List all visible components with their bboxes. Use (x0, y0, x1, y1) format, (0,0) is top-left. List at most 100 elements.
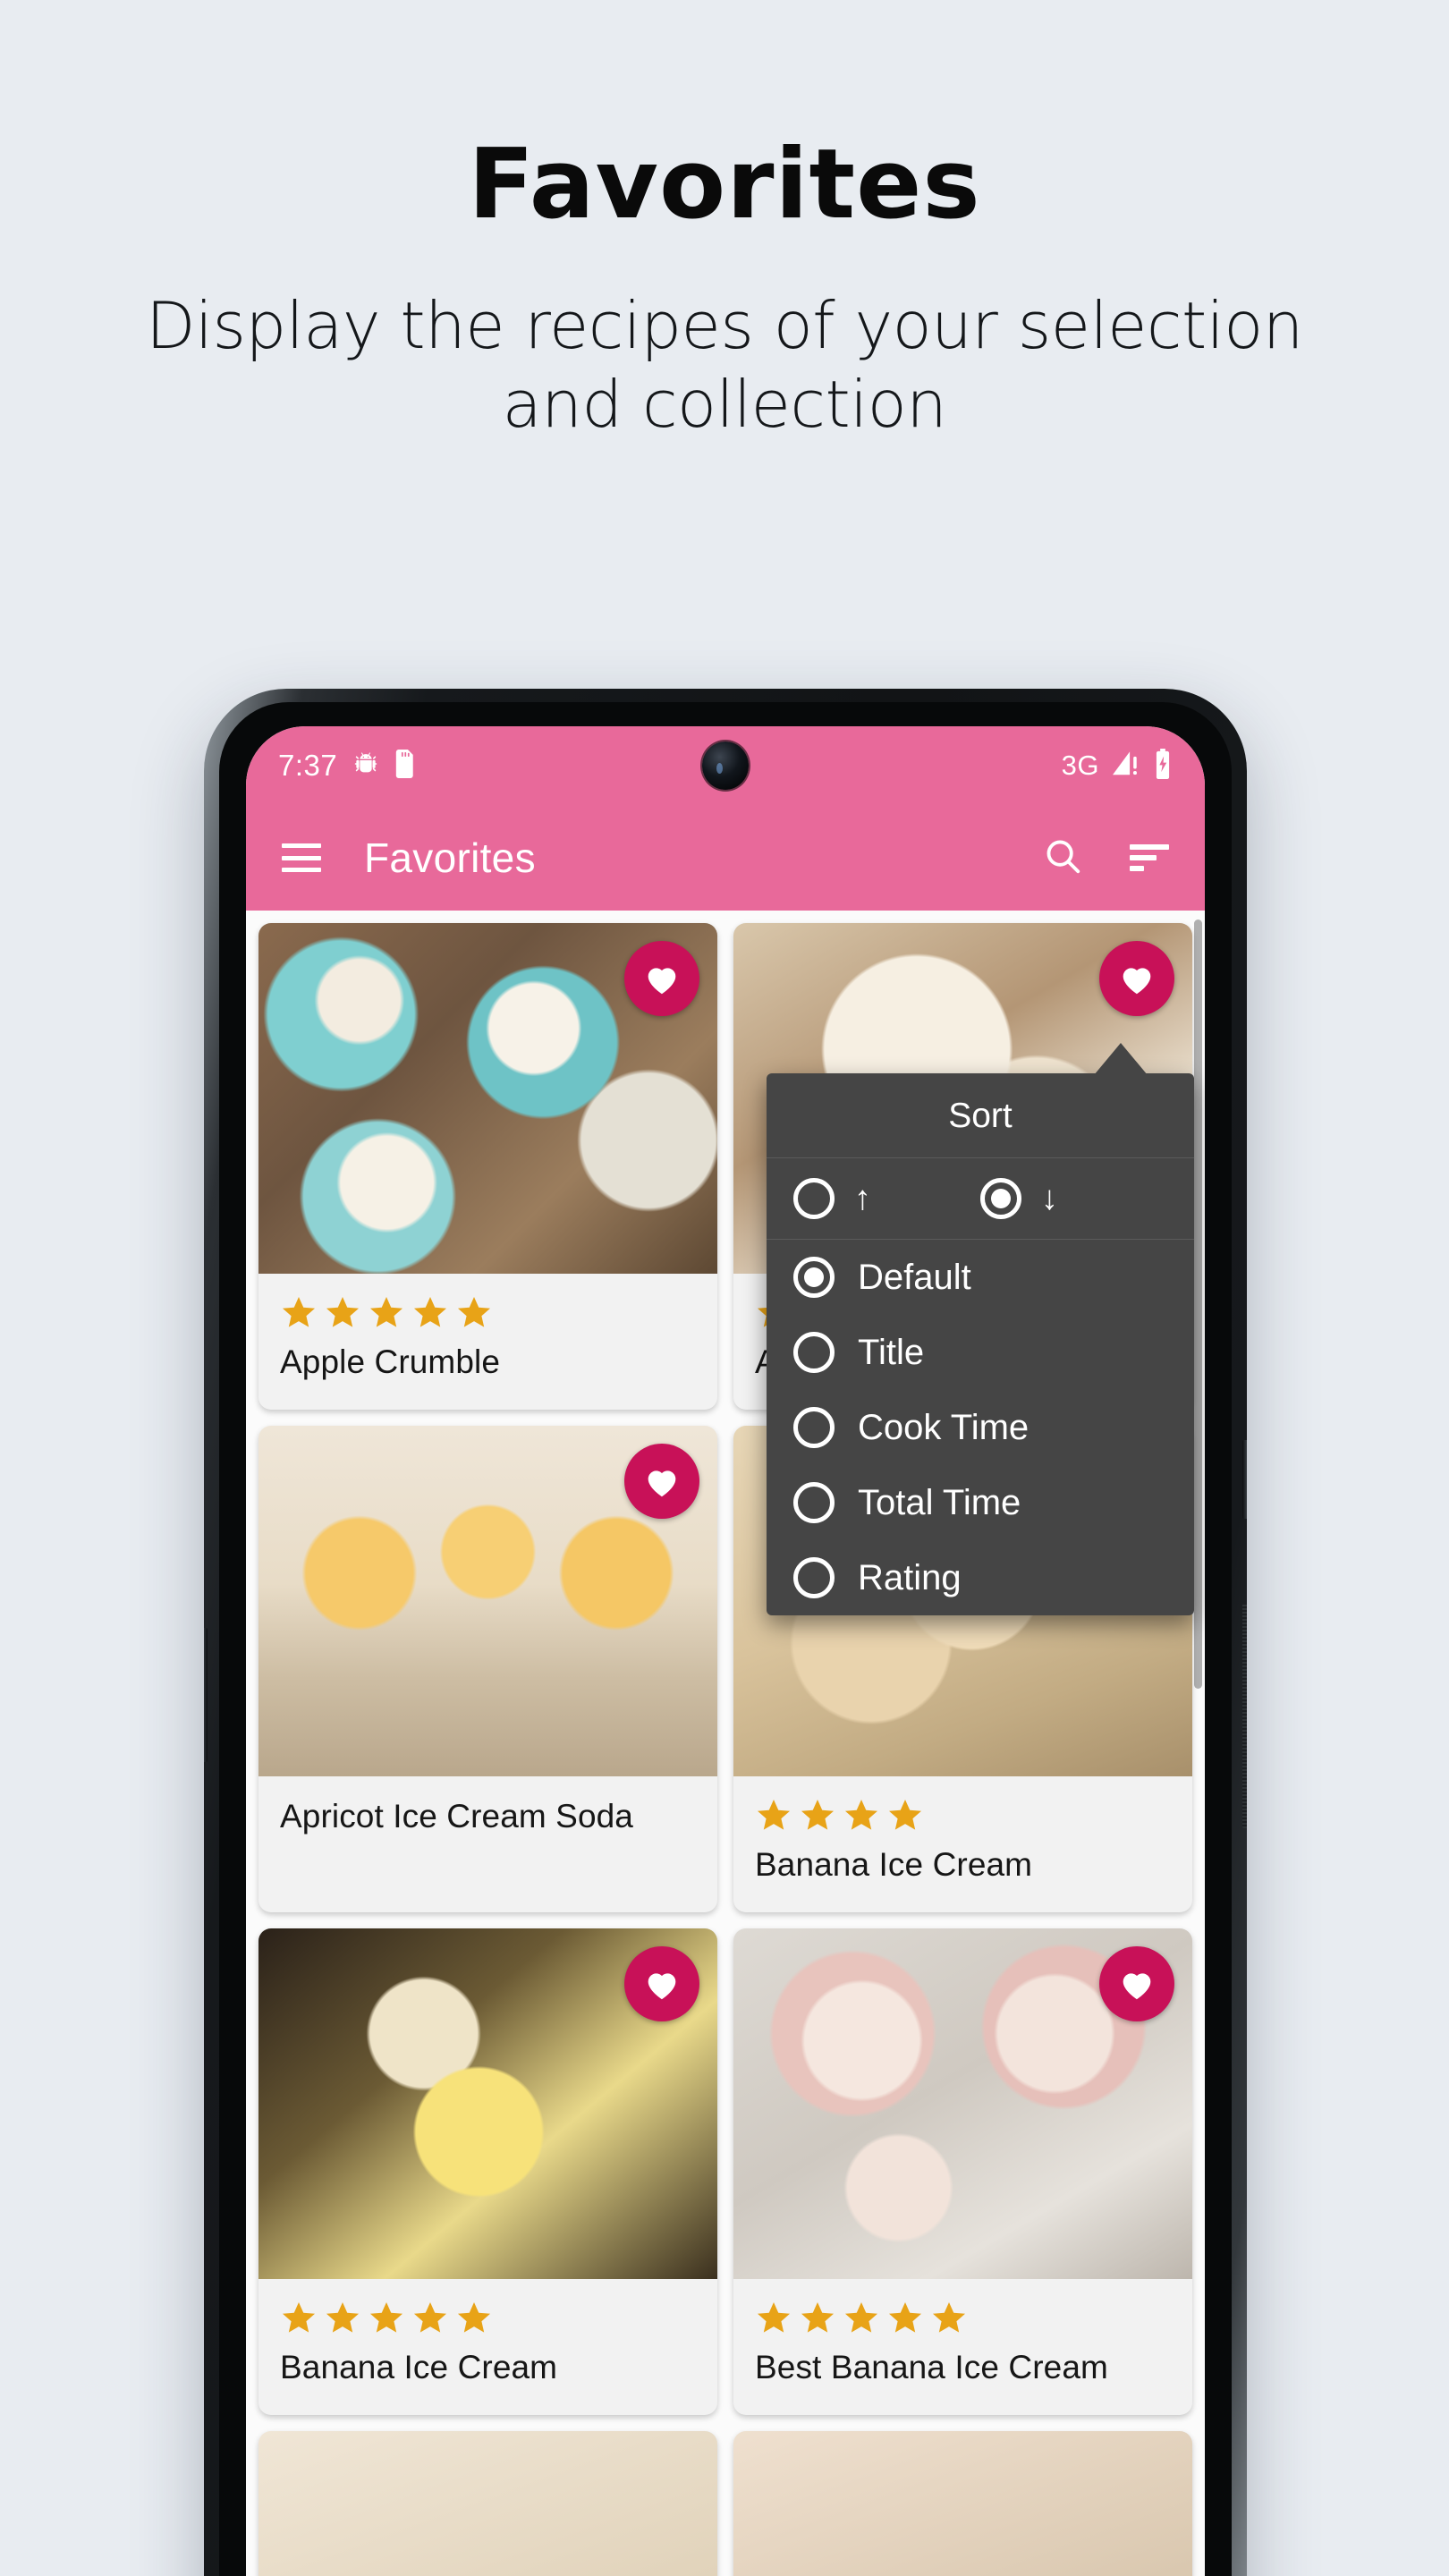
hamburger-menu-icon[interactable] (282, 843, 321, 872)
recipe-title: Apple Crumble (280, 1343, 501, 1380)
radio-button[interactable] (793, 1257, 835, 1298)
rating-stars (755, 2299, 1171, 2334)
search-icon[interactable] (1042, 835, 1083, 881)
sort-option-total-time[interactable]: Total Time (767, 1465, 1194, 1540)
star-icon (886, 2299, 924, 2334)
radio-button[interactable] (793, 1407, 835, 1448)
recipe-card-body: Banana Ice Cream (733, 1776, 1192, 1912)
sort-option-label: Total Time (858, 1482, 1021, 1522)
app-bar-title: Favorites (364, 835, 536, 881)
recipe-image (258, 923, 717, 1274)
recipe-image (258, 1425, 717, 1776)
status-time: 7:37 (278, 749, 338, 782)
radio-button[interactable] (793, 1557, 835, 1598)
sort-option-label: Cook Time (858, 1407, 1030, 1447)
star-icon (930, 2299, 968, 2334)
status-bar: 7:37 3G (246, 726, 1205, 805)
star-icon (455, 1293, 493, 1329)
sort-option-title[interactable]: Title (767, 1315, 1194, 1390)
sort-menu-caret (1094, 1043, 1148, 1075)
recipe-card[interactable]: Apricot Ice Cream Soda (258, 1425, 717, 1912)
star-icon (843, 1796, 880, 1832)
camera-punch-hole (702, 741, 749, 790)
sort-direction-row: ↑ ↓ (767, 1158, 1194, 1239)
recipe-card-body: Apricot Ice Cream Soda (258, 1776, 717, 1864)
battery-charging-icon (1153, 748, 1173, 784)
recipe-card[interactable] (733, 2430, 1192, 2576)
status-bar-left: 7:37 (278, 749, 416, 783)
recipe-list[interactable]: Apple Crumble Apricot Ice Cream Soda Ban… (246, 911, 1205, 2576)
star-icon (755, 2299, 792, 2334)
sort-option-label: Title (858, 1332, 925, 1372)
sort-menu[interactable]: Sort ↑ ↓ Default Title Cook Time Total T… (767, 1073, 1194, 1615)
recipe-card[interactable]: Apple Crumble (258, 923, 717, 1410)
list-scrollbar-thumb[interactable] (1194, 919, 1202, 1689)
star-icon (280, 2299, 318, 2334)
sort-option-label: Rating (858, 1557, 962, 1597)
sort-direction-ascending[interactable]: ↑ (793, 1178, 980, 1219)
power-button[interactable] (1242, 1440, 1247, 1519)
star-icon (755, 1796, 792, 1832)
favorite-heart-button[interactable] (1099, 941, 1174, 1016)
rating-stars (280, 1293, 696, 1329)
sort-direction-descending[interactable]: ↓ (980, 1178, 1167, 1219)
recipe-image (258, 2430, 717, 2576)
side-button-left[interactable] (204, 1628, 208, 1762)
list-scrollbar-track[interactable] (1194, 919, 1202, 2576)
recipe-title: Banana Ice Cream (755, 1845, 1033, 1883)
star-icon (368, 1293, 405, 1329)
recipe-card-body: Apple Crumble (258, 1274, 717, 1410)
star-icon (324, 1293, 361, 1329)
star-icon (324, 2299, 361, 2334)
favorite-heart-button[interactable] (1099, 1945, 1174, 2021)
page-subtitle: Display the recipes of your selection an… (146, 288, 1303, 443)
sort-option-default[interactable]: Default (767, 1240, 1194, 1315)
recipe-image (733, 1928, 1192, 2279)
volume-rocker-button[interactable] (1242, 1603, 1247, 1828)
star-icon (799, 1796, 836, 1832)
sd-card-icon (394, 749, 416, 783)
android-bug-icon (352, 750, 380, 783)
recipe-title: Apricot Ice Cream Soda (280, 1797, 633, 1835)
radio-button[interactable] (793, 1332, 835, 1373)
recipe-image (258, 1928, 717, 2279)
recipe-card[interactable]: Best Banana Ice Cream (733, 1928, 1192, 2415)
favorite-heart-button[interactable] (624, 941, 699, 1016)
recipe-title: Banana Ice Cream (280, 2348, 558, 2385)
radio-button[interactable] (793, 1482, 835, 1523)
page-title: Favorites (468, 129, 981, 241)
phone-body: 7:37 3G Favorites Apple Crumble Apricot … (204, 689, 1247, 2576)
phone-screen: 7:37 3G Favorites Apple Crumble Apricot … (246, 726, 1205, 2576)
star-icon (368, 2299, 405, 2334)
recipe-card[interactable]: Banana Ice Cream (258, 1928, 717, 2415)
recipe-card[interactable] (258, 2430, 717, 2576)
star-icon (455, 2299, 493, 2334)
rating-stars (280, 2299, 696, 2334)
status-bar-right: 3G (1061, 748, 1173, 784)
phone-bezel: 7:37 3G Favorites Apple Crumble Apricot … (219, 702, 1232, 2576)
promo-header: Favorites Display the recipes of your se… (0, 0, 1449, 445)
recipe-card-body: Best Banana Ice Cream (733, 2279, 1192, 2415)
sort-option-rating[interactable]: Rating (767, 1540, 1194, 1615)
recipe-title: Best Banana Ice Cream (755, 2348, 1108, 2385)
star-icon (280, 1293, 318, 1329)
recipe-card-body: Banana Ice Cream (258, 2279, 717, 2415)
favorite-heart-button[interactable] (624, 1443, 699, 1519)
app-bar: Favorites (246, 805, 1205, 911)
sort-icon[interactable] (1130, 844, 1169, 871)
sort-option-cook-time[interactable]: Cook Time (767, 1390, 1194, 1465)
star-icon (411, 2299, 449, 2334)
phone-mockup: 7:37 3G Favorites Apple Crumble Apricot … (204, 689, 1247, 2576)
sort-option-label: Default (858, 1257, 971, 1297)
arrow-down-icon: ↓ (1041, 1180, 1058, 1217)
rating-stars (755, 1796, 1171, 1832)
radio-button[interactable] (793, 1178, 835, 1219)
radio-button[interactable] (980, 1178, 1021, 1219)
favorite-heart-button[interactable] (624, 1945, 699, 2021)
star-icon (886, 1796, 924, 1832)
star-icon (411, 1293, 449, 1329)
star-icon (799, 2299, 836, 2334)
sort-menu-title: Sort (948, 1097, 1013, 1135)
network-type-label: 3G (1061, 750, 1099, 781)
app-bar-actions (1042, 835, 1169, 881)
